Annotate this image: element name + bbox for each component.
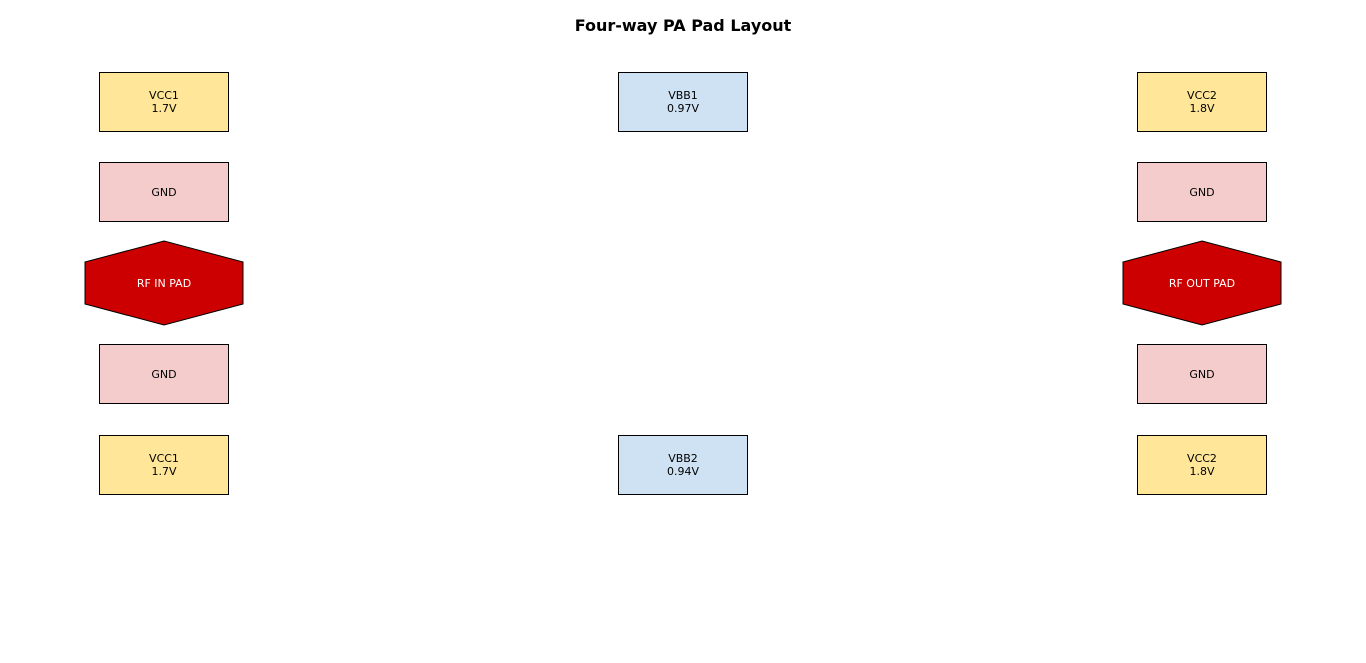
pad-label: VBB2 — [668, 452, 698, 465]
pad-voltage: 1.7V — [151, 465, 177, 478]
pad-label: GND — [151, 367, 177, 381]
pad-label: RF OUT PAD — [1168, 276, 1236, 290]
diagram-title: Four-way PA Pad Layout — [574, 16, 792, 35]
pad-voltage: 1.8V — [1189, 102, 1215, 115]
pad-gnd-left-top: GND — [99, 162, 229, 222]
pad-voltage: 0.97V — [666, 102, 700, 115]
pad-vcc1-top: VCC1 1.7V — [99, 72, 229, 132]
pad-label: VCC1 — [149, 452, 179, 465]
pad-voltage: 1.7V — [151, 102, 177, 115]
pad-gnd-right-bottom: GND — [1137, 344, 1267, 404]
pad-label: RF IN PAD — [136, 276, 192, 290]
pad-label: GND — [1189, 185, 1215, 199]
pad-rf-in: RF IN PAD — [84, 239, 244, 327]
pad-vcc2-bottom: VCC2 1.8V — [1137, 435, 1267, 495]
pad-gnd-right-top: GND — [1137, 162, 1267, 222]
pad-voltage: 1.8V — [1189, 465, 1215, 478]
pad-vbb2: VBB2 0.94V — [618, 435, 748, 495]
pad-label: GND — [151, 185, 177, 199]
pad-label: VCC1 — [149, 89, 179, 102]
pad-label: VCC2 — [1187, 89, 1217, 102]
pad-label: VBB1 — [668, 89, 698, 102]
pad-gnd-left-bottom: GND — [99, 344, 229, 404]
pad-rf-out: RF OUT PAD — [1122, 239, 1282, 327]
pad-label: VCC2 — [1187, 452, 1217, 465]
pad-label: GND — [1189, 367, 1215, 381]
pad-voltage: 0.94V — [666, 465, 700, 478]
pad-vcc1-bottom: VCC1 1.7V — [99, 435, 229, 495]
pad-vbb1: VBB1 0.97V — [618, 72, 748, 132]
pad-vcc2-top: VCC2 1.8V — [1137, 72, 1267, 132]
